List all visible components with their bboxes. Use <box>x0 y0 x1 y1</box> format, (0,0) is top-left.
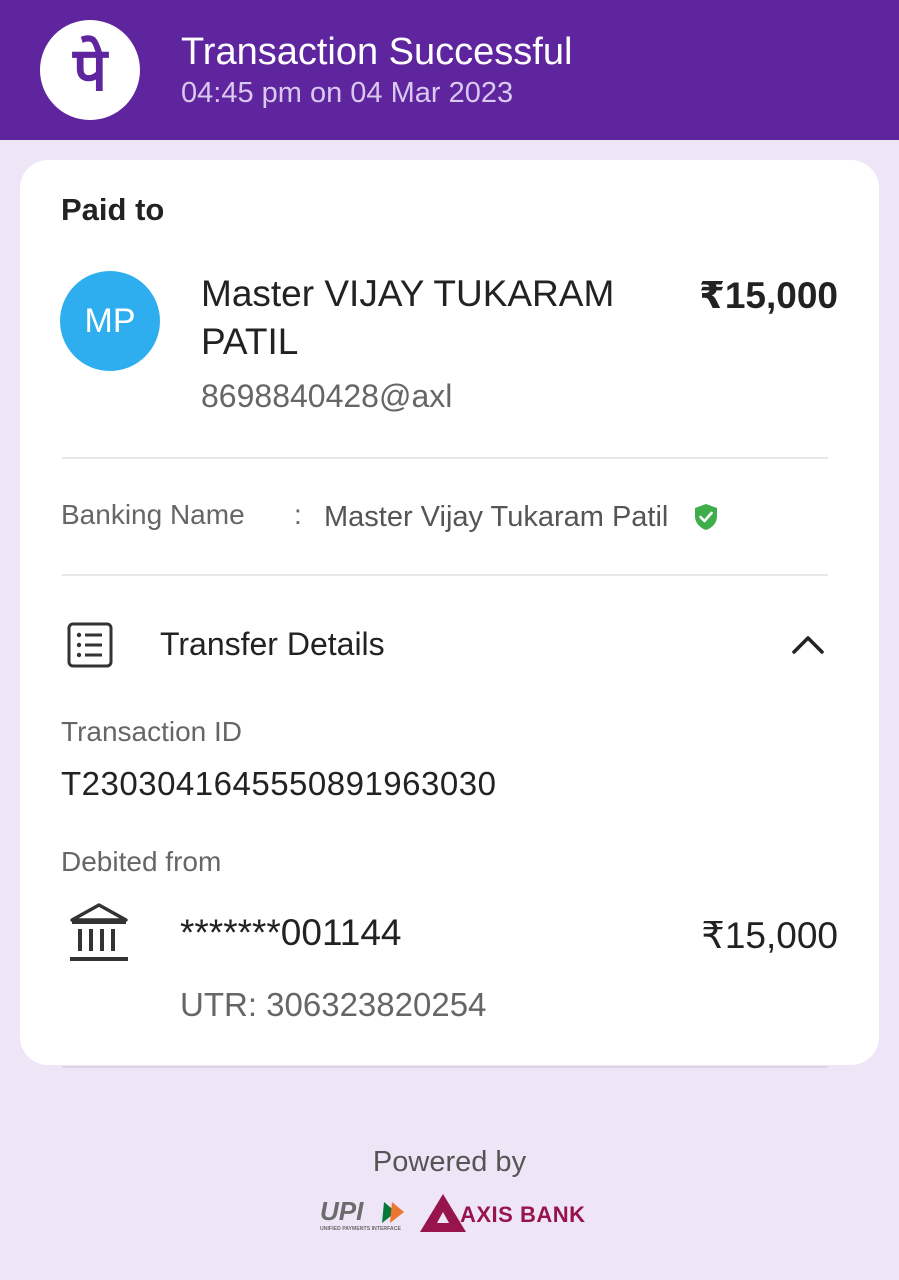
utr-number: UTR: 306323820254 <box>180 986 487 1023</box>
receipt-list-icon <box>67 622 113 668</box>
chevron-up-icon[interactable] <box>791 633 825 655</box>
divider <box>62 1066 828 1068</box>
banking-name-label: Banking Name <box>61 499 245 530</box>
upi-logo-text: UPI <box>320 1196 364 1226</box>
upi-logo: UPI UNIFIED PAYMENTS INTERFACE <box>320 1196 404 1232</box>
avatar: MP <box>60 271 160 371</box>
shield-check-icon <box>695 504 717 530</box>
phonepe-logo-glyph: पे <box>72 35 108 105</box>
transfer-details-title[interactable]: Transfer Details <box>160 626 385 663</box>
payee-name: Master VIJAY TUKARAM PATIL <box>201 273 615 362</box>
paid-amount: ₹15,000 <box>699 275 838 316</box>
transaction-timestamp: 04:45 pm on 04 Mar 2023 <box>181 77 514 109</box>
debited-from-label: Debited from <box>61 846 222 877</box>
phonepe-logo: पे <box>40 20 140 120</box>
axis-bank-name: AXIS BANK <box>460 1202 586 1227</box>
bank-icon <box>70 903 128 961</box>
debited-account-number: *******001144 <box>180 912 402 953</box>
status-title: Transaction Successful <box>181 31 573 73</box>
transaction-card: Paid to MP Master VIJAY TUKARAM PATIL 86… <box>20 160 879 1065</box>
powered-by-label: Powered by <box>372 1146 527 1178</box>
debited-amount: ₹15,000 <box>701 915 838 956</box>
divider <box>62 574 828 576</box>
banking-name-value: Master Vijay Tukaram Patil <box>324 501 669 533</box>
divider <box>62 457 828 459</box>
payee-upi-id: 8698840428@axl <box>201 378 453 414</box>
transaction-id-label: Transaction ID <box>61 716 243 747</box>
paid-to-label: Paid to <box>61 192 165 227</box>
transaction-id-value: T2303041645550891963030 <box>61 765 497 802</box>
upi-tagline: UNIFIED PAYMENTS INTERFACE <box>320 1226 402 1232</box>
banking-name-separator: : <box>294 499 302 530</box>
header-bar: पे Transaction Successful 04:45 pm on 04… <box>0 0 899 140</box>
